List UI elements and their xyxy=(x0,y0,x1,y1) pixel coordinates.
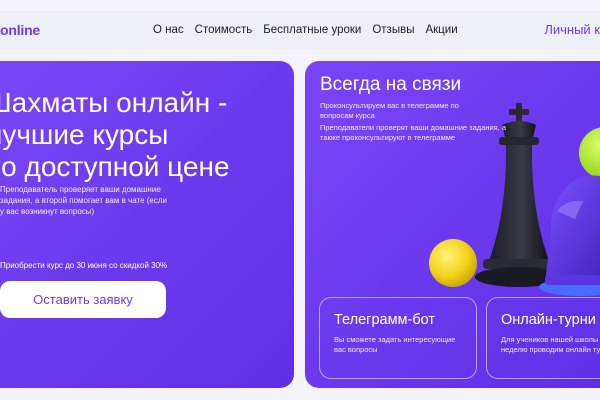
menu-item-promotions[interactable]: Акции xyxy=(425,24,457,36)
promo-text: Приобрести курс до 30 июня со скидкой 30… xyxy=(0,261,168,270)
knight-piece-icon xyxy=(539,175,600,296)
online-tournaments-card[interactable]: Онлайн-турни Для учеников нашей школы ка… xyxy=(486,297,600,379)
contact-line-1: Проконсультируем вас в телеграмме по воп… xyxy=(320,101,459,120)
logo[interactable]: online xyxy=(0,22,40,38)
contact-title: Всегда на связи xyxy=(320,74,462,95)
yellow-ball-icon xyxy=(429,239,477,287)
submit-request-button[interactable]: Оставить заявку xyxy=(0,281,166,318)
telegram-bot-card[interactable]: Телеграмм-бот Вы сможете задать интересу… xyxy=(319,297,477,379)
top-nav: online О нас Стоимость Бесплатные уроки … xyxy=(0,11,600,49)
contact-card: Всегда на связи Проконсультируем вас в т… xyxy=(305,61,600,388)
menu-item-pricing[interactable]: Стоимость xyxy=(195,24,253,36)
hero-title: Шахматы онлайн - лучшие курсы по доступн… xyxy=(0,87,294,183)
main-menu: О нас Стоимость Бесплатные уроки Отзывы … xyxy=(153,24,469,36)
menu-item-free-lessons[interactable]: Бесплатные уроки xyxy=(263,24,361,36)
card-title: Телеграмм-бот xyxy=(334,312,436,328)
contact-line-2: Преподаватели проверят ваши домашние зад… xyxy=(320,123,507,142)
card-description: Вы сможете задать интересующие вас вопро… xyxy=(334,335,456,354)
hero-title-line: по доступной цене xyxy=(0,151,230,182)
hero-card: Шахматы онлайн - лучшие курсы по доступн… xyxy=(0,61,294,388)
card-description: Для учеников нашей школы каждую неделю п… xyxy=(501,335,600,354)
menu-item-reviews[interactable]: Отзывы xyxy=(372,24,414,36)
hero-title-line: лучшие курсы xyxy=(0,119,169,150)
account-link[interactable]: Личный к xyxy=(544,22,600,37)
hero-description: Преподаватель проверяет ваши домашние за… xyxy=(0,185,167,216)
green-ball-icon xyxy=(579,127,600,179)
hero-title-line: Шахматы онлайн - xyxy=(0,87,228,118)
card-title: Онлайн-турни xyxy=(501,312,596,328)
menu-item-about[interactable]: О нас xyxy=(153,24,184,36)
